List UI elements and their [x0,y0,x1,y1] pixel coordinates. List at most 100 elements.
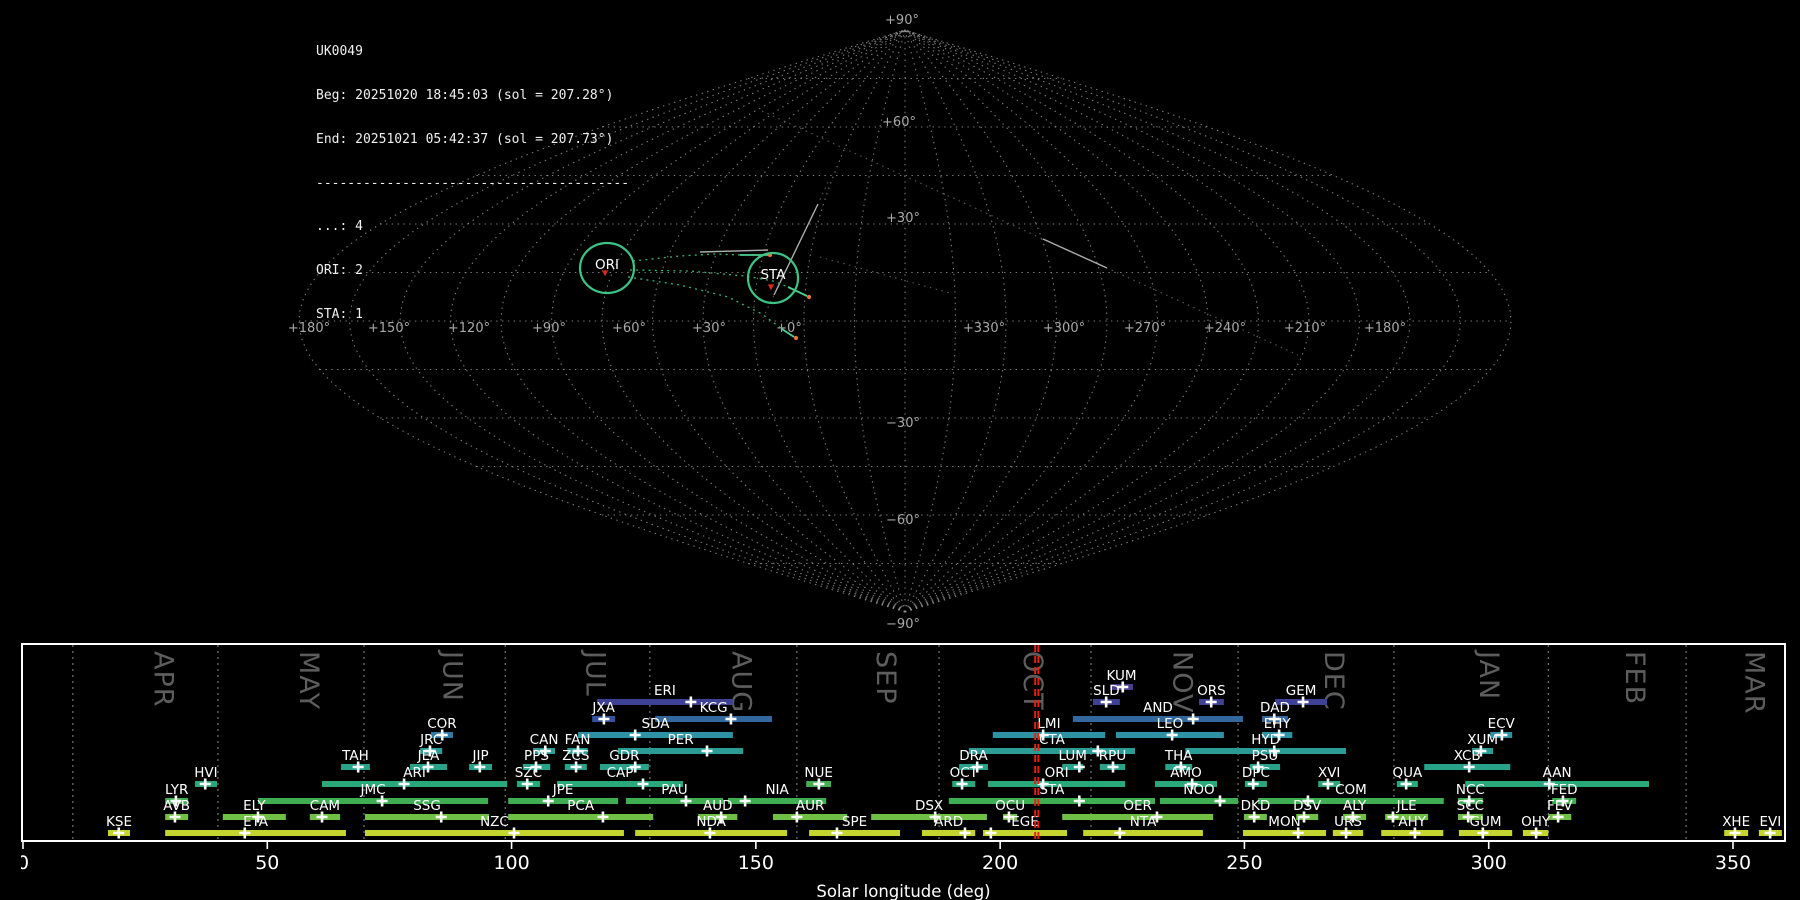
shower-label-ELY: ELY [243,798,266,814]
lon-label: +300° [1043,321,1085,336]
shower-label-GUM: GUM [1470,814,1502,830]
shower-label-JLE: JLE [1396,798,1417,814]
shower-peak-marker-CAP [637,779,648,790]
lon-label: +210° [1284,321,1326,336]
shower-bar-PCA [508,814,653,820]
shower-bar-NZC [365,830,624,836]
shower-label-NIA: NIA [765,782,789,798]
shower-label-OER: OER [1123,798,1152,814]
shower-label-AUD: AUD [703,798,733,814]
month-label-feb: FEB [1619,651,1650,705]
shower-bar-NTA [1083,830,1203,836]
shower-label-DSV: DSV [1293,798,1322,814]
shower-bar-JPE [508,798,618,804]
shower-bar-MON [1243,830,1326,836]
shower-label-SDA: SDA [641,716,670,732]
shower-label-ARD: ARD [934,814,963,830]
shower-label-FEV: FEV [1547,798,1573,814]
lon-label: +60° [612,321,646,336]
sporadic-trail [1043,239,1107,268]
shower-label-SCC: SCC [1457,798,1484,814]
shower-label-DRA: DRA [959,748,988,764]
shower-label-CAP: CAP [607,765,634,781]
month-label-mar: MAR [1738,651,1769,715]
shower-bar-AUR [773,814,847,820]
shower-label-PSU: PSU [1252,748,1279,764]
sporadic-trail-extension [762,111,1298,355]
shower-label-ARI: ARI [403,765,426,781]
sky-map: +180°+150°+120°+90°+60°+30°+0°+330°+300°… [0,0,1800,640]
shower-bar-KCG [655,716,772,722]
sporadic-trail-extension [820,257,950,293]
shower-label-AMO: AMO [1170,765,1202,781]
shower-bar-SSG [365,814,489,820]
shower-label-AHY: AHY [1398,814,1426,830]
radiant-label-sta: STA [760,267,786,283]
shower-label-AVB: AVB [163,798,190,814]
shower-label-ORI: ORI [1045,765,1069,781]
shower-label-ALY: ALY [1343,798,1367,814]
shower-peak-marker-NOO [1214,796,1225,807]
lon-label: +180° [288,321,330,336]
shower-peak-marker-SDA [630,730,641,741]
shower-label-ETA: ETA [243,814,269,830]
shower-peak-marker-NTA [1114,828,1125,839]
radiant-map-screen: UK0049 Beg: 20251020 18:45:03 (sol = 207… [0,0,1800,900]
trail-end-marker [794,336,798,340]
shower-label-CAM: CAM [310,798,340,814]
lat-label: +90° [885,13,919,28]
shower-bar-DSX [871,814,987,820]
shower-label-PER: PER [668,732,694,748]
shower-label-COM: COM [1335,782,1367,798]
x-tick-label-100: 100 [493,852,529,874]
shower-label-XCB: XCB [1454,748,1481,764]
month-label-may: MAY [293,651,324,710]
shower-bar-ETA [165,830,346,836]
lon-label: +120° [448,321,490,336]
shower-trail-extension [633,254,740,261]
shower-label-KCG: KCG [700,700,728,716]
shower-label-NZC: NZC [480,814,509,830]
shower-peak-marker-SPE [831,828,842,839]
shower-label-LUM: LUM [1058,748,1086,764]
x-tick-label-200: 200 [982,852,1018,874]
lon-label: +30° [692,321,726,336]
shower-peak-marker-ERI [685,697,696,708]
shower-label-MON: MON [1268,814,1300,830]
shower-peak-marker-AND [1188,714,1199,725]
shower-label-DSX: DSX [915,798,943,814]
month-label-jul: JUL [580,649,611,697]
shower-peak-marker-NIA [740,796,751,807]
shower-label-LEO: LEO [1157,716,1184,732]
shower-label-PAU: PAU [661,782,687,798]
shower-label-GEM: GEM [1286,683,1317,699]
shower-bar-NOO [1160,798,1238,804]
shower-label-SSG: SSG [413,798,441,814]
shower-label-HYD: HYD [1251,732,1280,748]
shower-label-QUA: QUA [1392,765,1423,781]
shower-label-URS: URS [1334,814,1362,830]
lat-label: −90° [886,617,920,632]
shower-label-NOO: NOO [1183,782,1214,798]
month-label-jun: JUN [437,649,468,702]
x-tick-label-0: 0 [21,852,29,874]
shower-bar-ARI [322,781,507,787]
shower-label-NTA: NTA [1130,814,1157,830]
shower-label-CTA: CTA [1039,732,1066,748]
lon-label: +270° [1124,321,1166,336]
trail-end-marker [807,295,811,299]
x-tick-label-150: 150 [738,852,774,874]
shower-label-SPE: SPE [842,814,867,830]
shower-label-AUR: AUR [796,798,825,814]
lon-label: +240° [1204,321,1246,336]
shower-label-ERI: ERI [654,683,676,699]
month-label-apr: APR [147,651,178,708]
shower-label-THA: THA [1164,748,1193,764]
shower-bar-SDA [578,732,733,738]
shower-peak-marker-PCA [597,812,608,823]
radiant-position-marker [602,270,608,276]
x-tick-label-300: 300 [1471,852,1507,874]
shower-label-LMI: LMI [1037,716,1060,732]
lat-label: −30° [886,416,920,431]
x-tick-label-350: 350 [1715,852,1751,874]
